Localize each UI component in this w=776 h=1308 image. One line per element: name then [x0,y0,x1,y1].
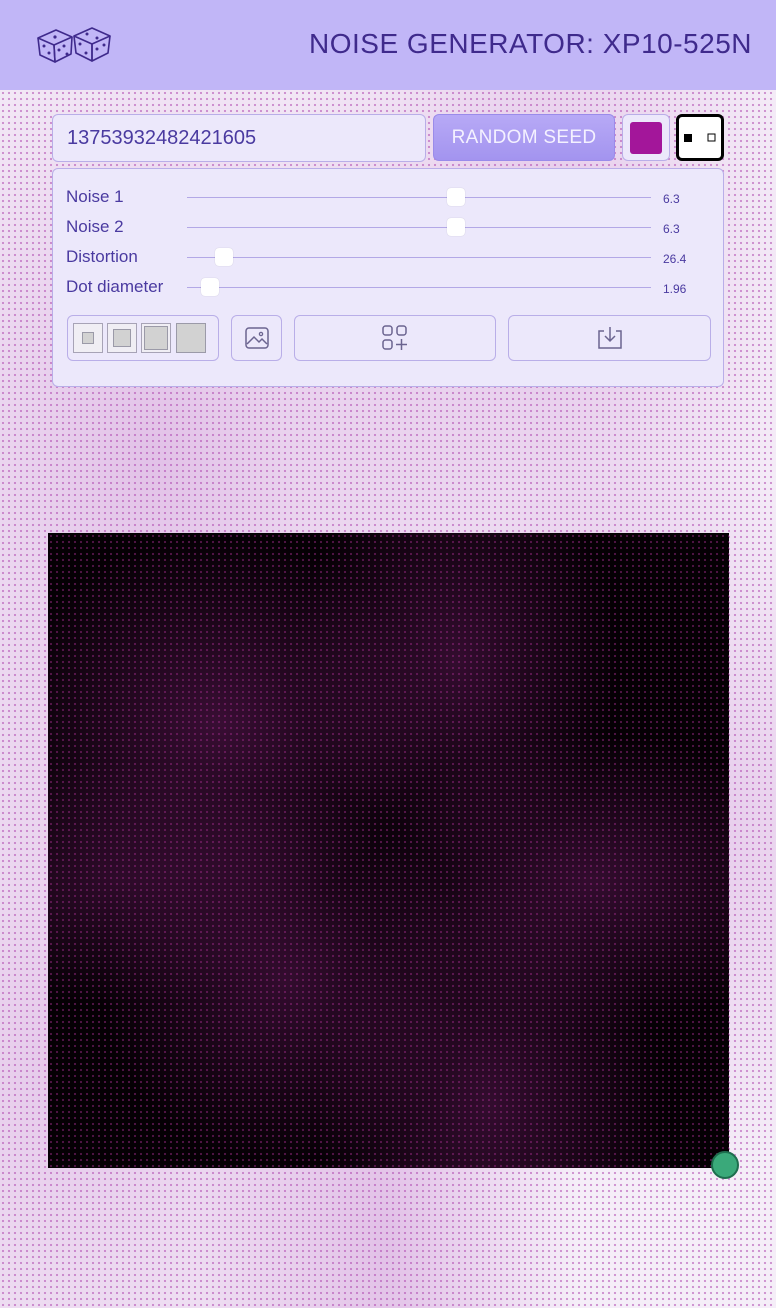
dot-color-swatch [630,121,662,154]
app-title: NOISE GENERATOR: XP10-525N [309,28,752,59]
slider-value: 1.96 [663,282,687,296]
size-medium-option[interactable] [107,323,137,353]
slider-thumb[interactable] [447,188,466,206]
slider-row: Noise 1 6.3 [53,183,723,213]
noise-texture [48,533,729,1168]
slider-value: 26.4 [663,252,687,266]
dot-color-picker[interactable] [622,114,670,161]
add-grid-icon [382,325,407,350]
slider-track[interactable] [187,287,651,288]
download-icon [597,327,622,349]
size-large-option[interactable] [141,323,171,353]
slider-row: Noise 2 6.3 [53,213,723,243]
background-image-button[interactable] [231,315,282,361]
add-pattern-button[interactable] [294,315,496,361]
download-button[interactable] [508,315,711,361]
slider-track[interactable] [187,197,651,198]
random-seed-button[interactable]: RANDOM SEED [433,114,615,161]
slider-value: 6.3 [663,222,680,236]
canvas-resize-handle[interactable] [711,1151,739,1179]
slider-track[interactable] [187,257,651,258]
dice-icon [37,27,111,63]
image-icon [244,327,269,349]
slider-row: Dot diameter 1.96 [53,273,723,303]
slider-thumb[interactable] [447,218,466,236]
app-header: NOISE GENERATOR: XP10-525N [0,0,776,90]
settings-panel: Noise 1 6.3 Noise 2 6.3 Distortion 26.4 Dot di… [52,168,724,387]
slider-label: Distortion [66,247,138,266]
slider-value: 6.3 [663,192,680,206]
slider-label: Dot diameter [66,277,164,296]
seed-input[interactable] [52,114,426,162]
slider-row: Distortion 26.4 [53,243,723,273]
size-small-option[interactable] [73,323,103,353]
slider-label: Noise 2 [66,217,124,236]
dot-size-selector [67,315,219,361]
noise-canvas[interactable] [48,533,729,1168]
slider-track[interactable] [187,227,651,228]
size-xlarge-option[interactable] [175,323,207,353]
slider-thumb[interactable] [201,278,220,296]
slider-thumb[interactable] [215,248,234,266]
slider-label: Noise 1 [66,187,124,206]
invert-mode-button[interactable] [676,114,724,161]
invert-colors-icon [684,133,716,142]
